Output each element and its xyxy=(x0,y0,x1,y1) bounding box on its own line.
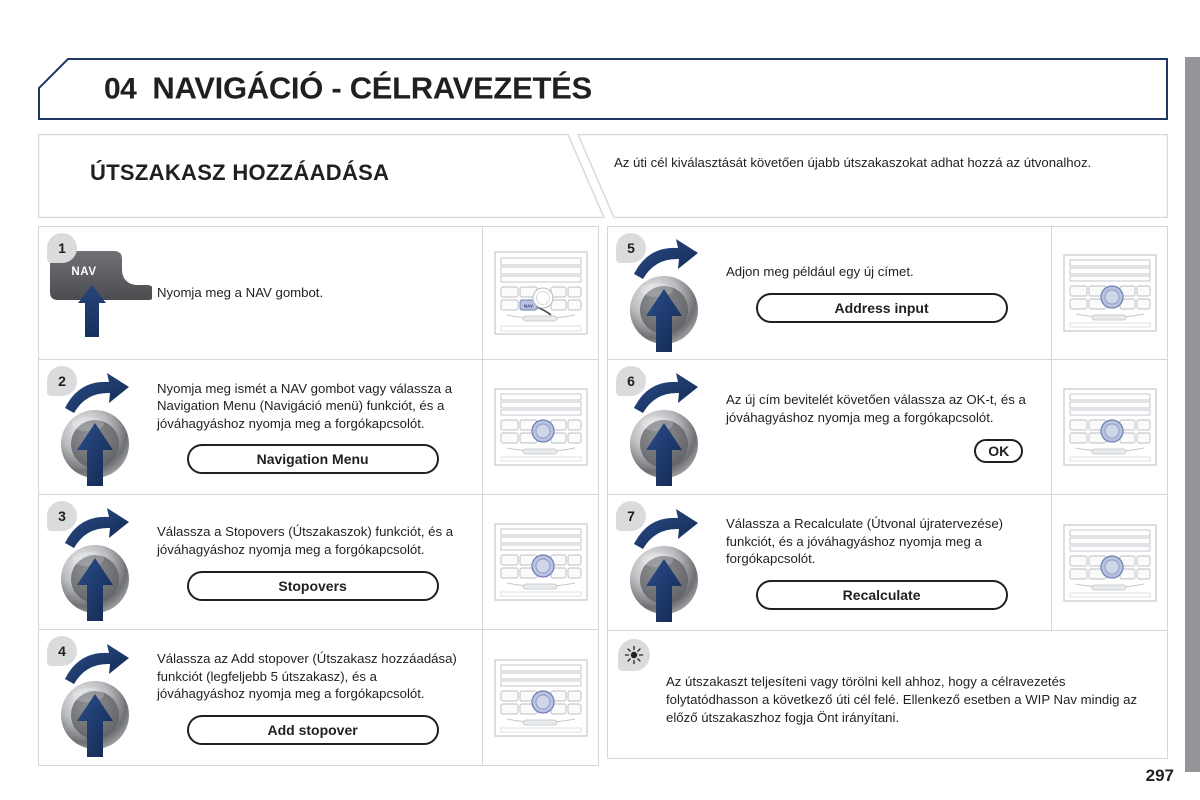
step-description: Nyomja meg ismét a NAV gombot vagy válas… xyxy=(157,380,453,431)
step-number-badge: 6 xyxy=(616,366,646,396)
control-label-pill[interactable]: Add stopover xyxy=(186,714,439,745)
radio-panel-thumbnail xyxy=(482,360,598,494)
page-number: 297 xyxy=(1145,766,1174,785)
radio-panel-knob-highlighted-icon xyxy=(1063,254,1157,332)
radio-panel-thumbnail xyxy=(1051,495,1167,630)
step-row: 1 NAV Nyomja meg a NAV gombot. NAV xyxy=(38,226,599,360)
step-row: 7 Válassza a Recalculate (Útvonal újrate… xyxy=(607,495,1168,631)
control-label-pill[interactable]: Navigation Menu xyxy=(186,444,439,475)
radio-panel-knob-highlighted-icon xyxy=(494,523,588,601)
step-row: 6 Az új cím bevitelét követően válassza … xyxy=(607,360,1168,495)
control-label-pill[interactable]: Recalculate xyxy=(755,579,1008,610)
step-description: Válassza a Stopovers (Útszakaszok) funkc… xyxy=(157,524,454,557)
radio-panel-thumbnail xyxy=(482,495,598,629)
step-number-badge: 4 xyxy=(47,636,77,666)
radio-panel-knob-highlighted-icon xyxy=(494,388,588,466)
step-number-badge: 2 xyxy=(47,366,77,396)
control-label-pill[interactable]: OK xyxy=(974,438,1024,463)
radio-panel-thumbnail xyxy=(482,630,598,765)
tip-bulb-icon xyxy=(618,639,650,671)
step-description: Válassza a Recalculate (Útvonal újraterv… xyxy=(726,516,1004,567)
section-intro-text: Az úti cél kiválasztását követően újabb … xyxy=(614,155,1092,170)
radio-panel-thumbnail: NAV xyxy=(482,227,598,359)
tip-note: Az útszakaszt teljesíteni vagy törölni k… xyxy=(607,631,1168,759)
control-label-pill[interactable]: Stopovers xyxy=(186,570,439,601)
step-description: Válassza az Add stopover (Útszakasz hozz… xyxy=(157,651,457,702)
radio-panel-knob-highlighted-icon xyxy=(1063,524,1157,601)
step-row: 3 Válassza a Stopovers (Útszakaszok) fun… xyxy=(38,495,599,630)
steps-column-right: 5 Adjon meg például egy új címet. Addres… xyxy=(607,226,1168,759)
step-number-badge: 3 xyxy=(47,501,77,531)
svg-text:NAV: NAV xyxy=(524,304,533,309)
step-row: 4 Válassza az Add stopover (Útszakasz ho… xyxy=(38,630,599,766)
section-band: ÚTSZAKASZ HOZZÁADÁSA Az úti cél kiválasz… xyxy=(38,134,1168,218)
step-row: 5 Adjon meg például egy új címet. Addres… xyxy=(607,226,1168,360)
chapter-number: 04 xyxy=(104,72,137,106)
radio-panel-nav-highlighted-icon: NAV xyxy=(494,251,588,335)
page-edge-bar xyxy=(1185,57,1200,772)
steps-column-left: 1 NAV Nyomja meg a NAV gombot. NAV 2 Nyo… xyxy=(38,226,599,766)
step-row: 2 Nyomja meg ismét a NAV gombot vagy vál… xyxy=(38,360,599,495)
svg-text:NAV: NAV xyxy=(71,266,96,278)
section-title: ÚTSZAKASZ HOZZÁADÁSA xyxy=(90,160,390,185)
radio-panel-knob-highlighted-icon xyxy=(1063,388,1157,466)
radio-panel-thumbnail xyxy=(1051,227,1167,359)
chapter-header: 04 NAVIGÁCIÓ - CÉLRAVEZETÉS xyxy=(38,58,1168,120)
manual-page: 04 NAVIGÁCIÓ - CÉLRAVEZETÉS ÚTSZAKASZ HO… xyxy=(0,0,1200,800)
tip-note-text: Az útszakaszt teljesíteni vagy törölni k… xyxy=(666,674,1138,726)
step-description: Adjon meg például egy új címet. xyxy=(726,264,914,280)
radio-panel-knob-highlighted-icon xyxy=(494,659,588,736)
step-number-badge: 5 xyxy=(616,233,646,263)
control-label-pill[interactable]: Address input xyxy=(755,292,1008,323)
chapter-title: NAVIGÁCIÓ - CÉLRAVEZETÉS xyxy=(152,70,592,106)
radio-panel-thumbnail xyxy=(1051,360,1167,494)
step-number-badge: 1 xyxy=(47,233,77,263)
step-description: Nyomja meg a NAV gombot. xyxy=(157,285,324,301)
step-number-badge: 7 xyxy=(616,501,646,531)
step-description: Az új cím bevitelét követően válassza az… xyxy=(726,392,1026,425)
